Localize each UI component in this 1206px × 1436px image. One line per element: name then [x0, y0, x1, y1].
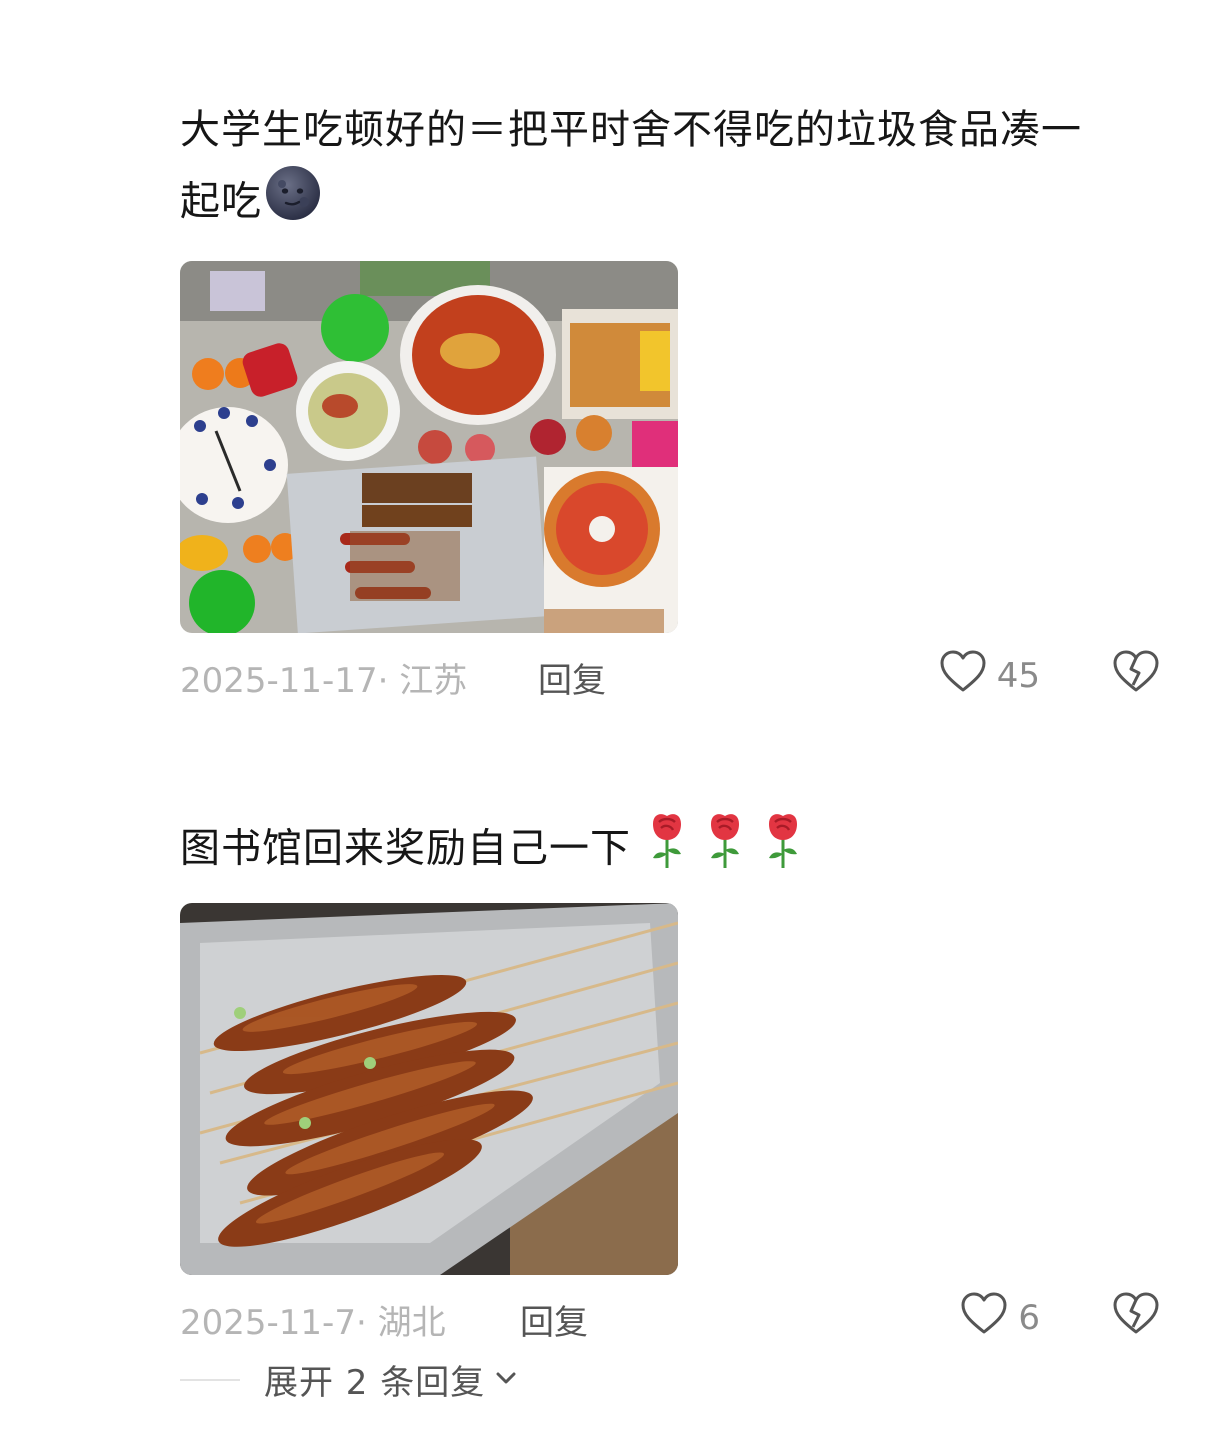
expand-replies-button[interactable]: 展开 2 条回复: [180, 1355, 519, 1404]
comment-text-line2: 起吃: [180, 178, 262, 225]
comment-text: 大学生吃顿好的＝把平时舍不得吃的垃圾食品凑一 起吃: [180, 96, 1155, 243]
new-moon-face-icon: [264, 164, 322, 243]
expand-replies-label: 展开 2 条回复: [264, 1363, 486, 1403]
chevron-down-icon: [493, 1365, 519, 1395]
comment: 大学生吃顿好的＝把平时舍不得吃的垃圾食品凑一 起吃 2025-11-17· 江苏…: [180, 96, 1160, 711]
food-spread-photo[interactable]: [180, 261, 678, 633]
comment-meta: 2025-11-17· 江苏 回复 45: [180, 635, 1160, 711]
comment-text: 图书馆回来奖励自己一下: [180, 810, 1155, 891]
skewers-photo[interactable]: [180, 903, 678, 1275]
broken-heart-icon[interactable]: [1112, 1291, 1160, 1344]
rose-icon: [645, 810, 689, 891]
broken-heart-icon[interactable]: [1112, 649, 1160, 702]
like-count: 45: [996, 655, 1040, 696]
like-button[interactable]: 45: [939, 649, 1040, 702]
comment: 图书馆回来奖励自己一下 2025-11-7· 湖北 回复 6: [180, 810, 1160, 1353]
comment-text-line1: 图书馆回来奖励自己一下: [180, 825, 631, 872]
comment-date-location: 2025-11-7· 湖北: [180, 1303, 446, 1343]
like-count: 6: [1018, 1297, 1040, 1338]
divider: [180, 1378, 240, 1381]
reply-button[interactable]: 回复: [520, 1295, 588, 1344]
comment-meta: 2025-11-7· 湖北 回复 6: [180, 1277, 1160, 1353]
like-button[interactable]: 6: [960, 1291, 1040, 1344]
reply-button[interactable]: 回复: [538, 653, 606, 702]
heart-icon: [939, 649, 987, 702]
comment-date-location: 2025-11-17· 江苏: [180, 661, 468, 701]
rose-icon: [703, 810, 747, 891]
heart-icon: [960, 1291, 1008, 1344]
comment-text-line1: 大学生吃顿好的＝把平时舍不得吃的垃圾食品凑一: [180, 107, 1082, 153]
rose-icon: [761, 810, 805, 891]
